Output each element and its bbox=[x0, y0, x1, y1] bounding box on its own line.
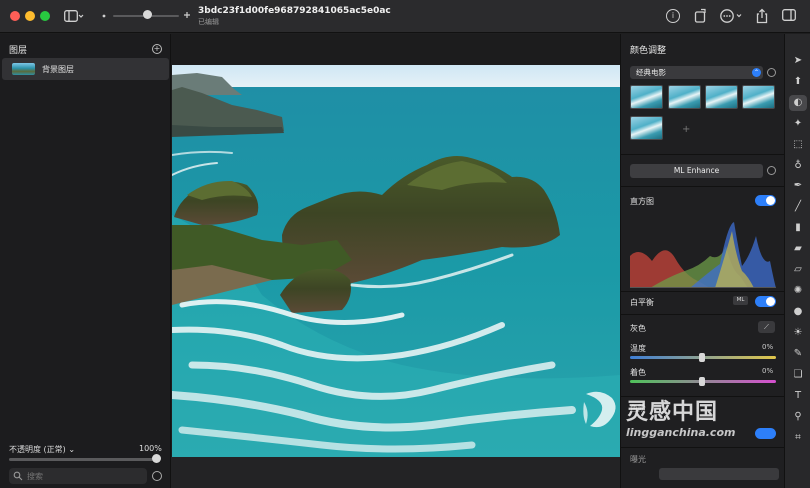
tint-label: 着色 bbox=[630, 368, 646, 377]
white-balance-ml-badge[interactable]: ML bbox=[733, 296, 748, 305]
sidebar-toggle-icon[interactable] bbox=[64, 10, 84, 24]
rotate-icon[interactable] bbox=[694, 8, 708, 26]
add-layer-icon[interactable]: + bbox=[152, 44, 162, 54]
preset-thumbnail[interactable] bbox=[705, 85, 738, 109]
opacity-blend-label[interactable]: 不透明度 (正常) ⌄ bbox=[9, 444, 75, 455]
brush-icon[interactable]: ╱ bbox=[792, 201, 804, 213]
opacity-slider-track[interactable] bbox=[9, 458, 159, 461]
histogram-label: 直方图 bbox=[630, 197, 654, 206]
white-balance-toggle[interactable] bbox=[755, 296, 776, 307]
temperature-value: 0% bbox=[762, 343, 774, 351]
vector-pen-icon[interactable]: ✎ bbox=[792, 348, 804, 360]
reset-icon[interactable] bbox=[767, 68, 776, 77]
reset-icon[interactable] bbox=[767, 166, 776, 175]
section-toggle[interactable] bbox=[755, 428, 776, 439]
preset-dropdown[interactable]: 经典电影 ⌃ bbox=[630, 66, 763, 79]
watermark-url: lingganchina.com bbox=[626, 426, 736, 439]
info-icon[interactable]: i bbox=[666, 9, 680, 23]
layers-panel-title: 图层 bbox=[9, 46, 28, 56]
minimize-window-button[interactable] bbox=[25, 11, 35, 21]
eraser-icon[interactable]: ▰ bbox=[792, 243, 804, 255]
gray-label: 灰色 bbox=[630, 324, 646, 333]
more-options-icon[interactable] bbox=[720, 9, 744, 25]
preset-dropdown-value: 经典电影 bbox=[636, 68, 666, 77]
divider bbox=[621, 447, 785, 448]
divider bbox=[621, 186, 785, 187]
opacity-value: 100% bbox=[139, 444, 162, 453]
filter-icon[interactable] bbox=[152, 471, 162, 481]
preset-thumbnail[interactable] bbox=[630, 116, 663, 140]
shapes-icon[interactable]: ❏ bbox=[792, 369, 804, 381]
arrow-select-icon[interactable]: ➤ bbox=[792, 55, 804, 67]
add-preset-icon[interactable]: + bbox=[682, 124, 690, 135]
crop-icon[interactable]: ⌗ bbox=[792, 432, 804, 444]
title-bar: 3bdc23f1d00fe968792841065ac5e0ac 已编辑 i bbox=[0, 0, 810, 33]
retouch-icon[interactable]: ✺ bbox=[792, 285, 804, 297]
canvas-image[interactable] bbox=[172, 65, 620, 457]
section-slider[interactable] bbox=[659, 468, 779, 480]
canvas-bottom-bar bbox=[171, 457, 620, 488]
lasso-icon[interactable]: ♁ bbox=[792, 160, 804, 172]
opacity-slider-thumb[interactable] bbox=[152, 454, 161, 463]
watermark-logo bbox=[580, 388, 622, 432]
inspector-toggle-icon[interactable] bbox=[782, 9, 796, 23]
search-icon bbox=[13, 471, 23, 481]
chevron-updown-icon: ⌃ bbox=[752, 68, 761, 77]
watermark-text: 灵感中国 bbox=[626, 400, 719, 425]
marquee-select-icon[interactable]: ⬚ bbox=[792, 139, 804, 151]
layers-panel: 图层 + 背景图层 不透明度 (正常) ⌄ 100% bbox=[0, 34, 171, 488]
color-adjust-icon[interactable]: ◐ bbox=[789, 95, 807, 111]
blur-icon[interactable]: ● bbox=[792, 306, 804, 318]
zoom-window-button[interactable] bbox=[40, 11, 50, 21]
white-balance-label: 白平衡 bbox=[630, 298, 654, 307]
layer-search-box[interactable] bbox=[9, 468, 147, 484]
zoom-icon[interactable]: ⚲ bbox=[792, 411, 804, 423]
share-icon[interactable] bbox=[756, 8, 768, 26]
magic-wand-icon[interactable]: ✦ bbox=[792, 118, 804, 130]
ml-enhance-button[interactable]: ML Enhance bbox=[630, 164, 763, 178]
exposure-label: 曝光 bbox=[630, 455, 646, 464]
temperature-label: 温度 bbox=[630, 344, 646, 353]
zoom-slider-thumb[interactable] bbox=[143, 10, 152, 19]
layer-name: 背景图层 bbox=[42, 65, 74, 74]
eyedropper-icon[interactable]: ⟋ bbox=[758, 321, 775, 333]
tint-value: 0% bbox=[762, 367, 774, 375]
bucket-fill-icon[interactable]: ▮ bbox=[792, 222, 804, 234]
paint-bucket-icon[interactable]: ⬆ bbox=[792, 76, 804, 88]
divider bbox=[621, 291, 785, 292]
zoom-in-icon[interactable] bbox=[183, 11, 191, 21]
clone-stamp-icon[interactable]: ▱ bbox=[792, 264, 804, 276]
preset-thumbnail[interactable] bbox=[668, 85, 701, 109]
preset-thumbnail[interactable] bbox=[630, 85, 663, 109]
document-status: 已编辑 bbox=[198, 18, 219, 26]
divider bbox=[621, 154, 785, 155]
divider bbox=[621, 314, 785, 315]
layer-search-input[interactable] bbox=[27, 470, 142, 482]
document-title: 3bdc23f1d00fe968792841065ac5e0ac bbox=[198, 6, 391, 16]
layer-thumbnail bbox=[12, 63, 35, 75]
preset-thumbnail[interactable] bbox=[742, 85, 775, 109]
zoom-out-icon[interactable] bbox=[101, 12, 107, 21]
light-icon[interactable]: ☀ bbox=[792, 327, 804, 339]
histogram-toggle[interactable] bbox=[755, 195, 776, 206]
close-window-button[interactable] bbox=[10, 11, 20, 21]
pen-icon[interactable]: ✒ bbox=[792, 180, 804, 192]
tint-slider-thumb[interactable] bbox=[699, 377, 705, 386]
tool-strip: ➤ ⬆ ◐ ✦ ⬚ ♁ ✒ ╱ ▮ ▰ ▱ ✺ ● ☀ ✎ ❏ T ⚲ ⌗ bbox=[784, 34, 810, 488]
layer-row[interactable]: 背景图层 bbox=[2, 58, 169, 80]
histogram-chart bbox=[630, 216, 776, 288]
color-adjust-title: 颜色调整 bbox=[630, 46, 667, 56]
text-icon[interactable]: T bbox=[792, 390, 804, 402]
canvas-area bbox=[171, 34, 620, 488]
temperature-slider-thumb[interactable] bbox=[699, 353, 705, 362]
